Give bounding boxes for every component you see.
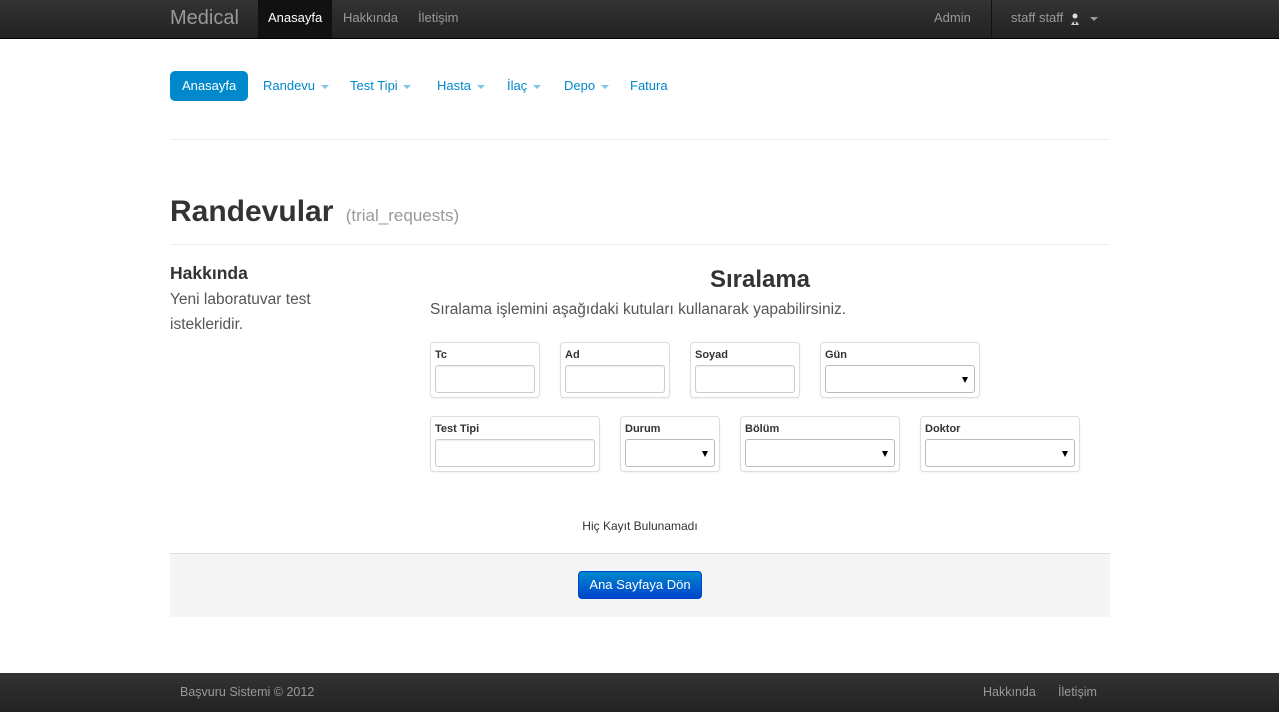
- filter-doktor: Doktor: [920, 416, 1080, 472]
- filter-label: Test Tipi: [435, 423, 480, 435]
- filter-label: Doktor: [925, 423, 961, 435]
- dropdown-arrow-icon: [882, 451, 888, 457]
- soyad-input[interactable]: [695, 365, 795, 393]
- about-text: Yeni laboratuvar test istekleridir.: [170, 291, 311, 333]
- gun-select[interactable]: [825, 365, 975, 393]
- nav-about[interactable]: Hakkında: [333, 0, 408, 38]
- filter-bolum: Bölüm: [740, 416, 900, 472]
- filter-label: Soyad: [695, 349, 729, 361]
- dropdown-arrow-icon: [962, 377, 968, 383]
- divider: [170, 139, 1110, 140]
- filter-ad: Ad: [560, 342, 670, 398]
- nav-home[interactable]: Anasayfa: [258, 0, 333, 38]
- dropdown-arrow-icon: [702, 451, 708, 457]
- filter-label: Gün: [825, 349, 847, 361]
- pill-label: Hasta: [437, 78, 471, 93]
- footer: Başvuru Sistemi © 2012 Hakkında İletişim: [0, 673, 1279, 712]
- chevron-down-icon: [403, 84, 412, 89]
- brand-logo[interactable]: Medical: [170, 7, 239, 30]
- pill-warehouse[interactable]: Depo: [552, 71, 621, 101]
- divider: [170, 244, 1110, 245]
- pill-label: Randevu: [263, 78, 316, 93]
- footer-copyright: Başvuru Sistemi © 2012: [180, 685, 315, 699]
- no-records-message: Hiç Kayıt Bulunamadı: [582, 519, 698, 533]
- durum-select[interactable]: [625, 439, 715, 467]
- footer-link-about[interactable]: Hakkında: [983, 685, 1036, 699]
- pill-medicine[interactable]: İlaç: [495, 71, 553, 101]
- ad-input[interactable]: [565, 365, 665, 393]
- filter-label: Tc: [435, 349, 448, 361]
- pill-home[interactable]: Anasayfa: [170, 71, 249, 101]
- pill-test-type[interactable]: Test Tipi: [338, 71, 423, 101]
- chevron-down-icon: [476, 84, 485, 89]
- chevron-down-icon: [1089, 16, 1098, 21]
- bolum-select[interactable]: [745, 439, 895, 467]
- doktor-select[interactable]: [925, 439, 1075, 467]
- page-title-text: Randevular: [170, 195, 334, 228]
- back-home-button[interactable]: Ana Sayfaya Dön: [578, 571, 702, 599]
- filter-label: Ad: [565, 349, 580, 361]
- pill-label: Depo: [564, 78, 596, 93]
- tc-input[interactable]: [435, 365, 535, 393]
- pill-label: Anasayfa: [182, 78, 237, 93]
- filter-test-type: Test Tipi: [430, 416, 600, 472]
- pill-label: İlaç: [507, 78, 528, 93]
- filter-label: Durum: [625, 423, 661, 435]
- filter-gun: Gün: [820, 342, 980, 398]
- nav-contact[interactable]: İletişim: [408, 0, 468, 38]
- pill-label: Fatura: [630, 78, 668, 93]
- top-navbar: Medical Anasayfa Hakkında İletişim Admin…: [0, 0, 1279, 39]
- user-avatar-icon: [1070, 13, 1079, 25]
- filter-soyad: Soyad: [690, 342, 800, 398]
- user-name: staff staff: [1011, 10, 1064, 25]
- dropdown-arrow-icon: [1062, 451, 1068, 457]
- filter-tc: Tc: [430, 342, 540, 398]
- filter-label: Bölüm: [745, 423, 780, 435]
- chevron-down-icon: [532, 84, 541, 89]
- page-title: Randevular (trial_requests): [170, 195, 459, 229]
- pill-patient[interactable]: Hasta: [425, 71, 497, 101]
- pill-invoice[interactable]: Fatura: [618, 71, 680, 101]
- test-type-input[interactable]: [435, 439, 595, 467]
- chevron-down-icon: [600, 84, 609, 89]
- nav-admin[interactable]: Admin: [924, 0, 981, 38]
- page-subtitle: (trial_requests): [345, 206, 460, 225]
- user-menu[interactable]: staff staff: [991, 0, 1111, 38]
- about-title: Hakkında: [170, 263, 248, 283]
- pill-appointment[interactable]: Randevu: [251, 71, 341, 101]
- filter-durum: Durum: [620, 416, 720, 472]
- footer-link-contact[interactable]: İletişim: [1058, 685, 1097, 699]
- sorting-description: Sıralama işlemini aşağıdaki kutuları kul…: [430, 301, 847, 318]
- sorting-title: Sıralama: [709, 266, 811, 293]
- pill-label: Test Tipi: [350, 78, 398, 93]
- chevron-down-icon: [320, 84, 329, 89]
